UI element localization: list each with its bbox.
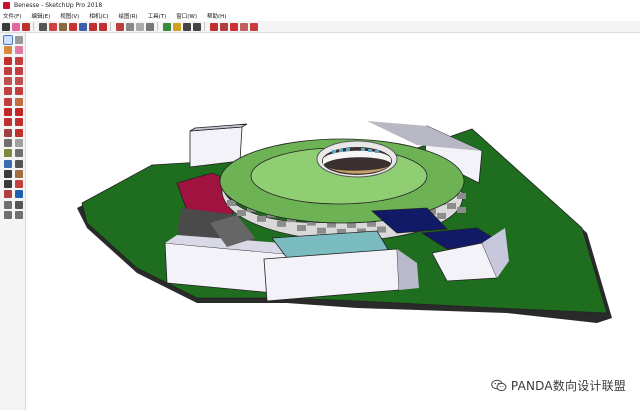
- scale-icon[interactable]: [99, 22, 107, 31]
- select-arrow-icon[interactable]: [2, 22, 10, 31]
- zoom-extents-icon[interactable]: [4, 190, 12, 199]
- facade-panel: [437, 212, 446, 219]
- watermark: PANDA数向设计联盟: [491, 377, 626, 394]
- push-pull-icon[interactable]: [79, 22, 87, 31]
- line-icon[interactable]: [4, 56, 12, 65]
- look-around-icon[interactable]: [15, 200, 23, 209]
- menu-item-1[interactable]: 编辑(E): [31, 12, 50, 20]
- toolbar-separator: [204, 22, 205, 31]
- layout-icon[interactable]: [240, 22, 248, 31]
- tool-sidebar: [0, 33, 26, 410]
- arc3-icon[interactable]: [4, 97, 12, 106]
- zoom-icon[interactable]: [193, 22, 201, 31]
- warehouse-icon[interactable]: [220, 22, 228, 31]
- pie-icon[interactable]: [15, 87, 23, 96]
- orbit-icon[interactable]: [4, 169, 12, 178]
- sketchup-window: Benesse - SketchUp Pro 2018 文件(F) 编辑(E) 视图…: [0, 0, 640, 410]
- move-icon[interactable]: [4, 108, 12, 117]
- toolbar-separator: [33, 22, 34, 31]
- section-plane-icon[interactable]: [15, 211, 23, 220]
- circle-icon[interactable]: [4, 77, 12, 86]
- 3d-text-icon[interactable]: [15, 159, 23, 168]
- facade-panel: [277, 220, 286, 227]
- menu-item-6[interactable]: 窗口(W): [176, 12, 197, 20]
- position-camera-icon[interactable]: [4, 200, 12, 209]
- eraser-icon[interactable]: [12, 22, 20, 31]
- previous-icon[interactable]: [15, 190, 23, 199]
- push-pull-icon[interactable]: [15, 108, 23, 117]
- text-icon[interactable]: [146, 22, 154, 31]
- title-bar: Benesse - SketchUp Pro 2018: [0, 0, 640, 11]
- model-scene: [77, 121, 612, 323]
- offset-icon[interactable]: [89, 22, 97, 31]
- menu-item-2[interactable]: 视图(V): [60, 12, 79, 20]
- menu-item-3[interactable]: 相机(C): [89, 12, 108, 20]
- offset-icon[interactable]: [15, 128, 23, 137]
- arc-icon[interactable]: [4, 87, 12, 96]
- facade-panel: [297, 224, 306, 231]
- facade-panel: [457, 207, 466, 213]
- axes-icon[interactable]: [4, 159, 12, 168]
- zoom-window-icon[interactable]: [15, 180, 23, 189]
- text-icon[interactable]: [15, 149, 23, 158]
- arc2-icon[interactable]: [15, 97, 23, 106]
- protractor-icon[interactable]: [4, 149, 12, 158]
- rotate-icon[interactable]: [4, 118, 12, 127]
- rotated-rect-icon[interactable]: [15, 66, 23, 75]
- select-icon[interactable]: [3, 35, 13, 45]
- rotate-icon[interactable]: [49, 22, 57, 31]
- wechat-icon: [491, 379, 507, 392]
- make-component-icon[interactable]: [15, 36, 23, 44]
- zoom-extents-icon[interactable]: [210, 22, 218, 31]
- menu-bar: 文件(F) 编辑(E) 视图(V) 相机(C) 绘图(R) 工具(T) 窗口(W) 帮助(H): [0, 11, 640, 21]
- pan-icon[interactable]: [15, 169, 23, 178]
- rectangle-icon[interactable]: [4, 66, 12, 75]
- toolbar-separator: [110, 22, 111, 31]
- paint-icon[interactable]: [4, 46, 12, 55]
- walk-icon[interactable]: [4, 211, 12, 220]
- protractor-icon[interactable]: [136, 22, 144, 31]
- sketchup-logo-icon: [3, 2, 10, 9]
- pan-icon[interactable]: [183, 22, 191, 31]
- freehand-icon[interactable]: [15, 56, 23, 65]
- menu-item-7[interactable]: 帮助(H): [207, 12, 226, 20]
- toolbar-separator: [157, 22, 158, 31]
- tape-measure-icon[interactable]: [126, 22, 134, 31]
- scale-icon[interactable]: [4, 128, 12, 137]
- facade-panel: [317, 227, 326, 234]
- pencil-icon[interactable]: [22, 22, 30, 31]
- main-toolbar: [0, 21, 640, 33]
- menu-item-5[interactable]: 工具(T): [148, 12, 167, 20]
- facade-panel: [447, 202, 456, 209]
- tape-icon[interactable]: [4, 138, 12, 147]
- facade-panel: [257, 215, 266, 222]
- modeling-viewport[interactable]: [27, 33, 640, 410]
- follow-me-icon[interactable]: [116, 22, 124, 31]
- orbit-icon[interactable]: [173, 22, 181, 31]
- style-builder-icon[interactable]: [250, 22, 258, 31]
- window-title: Benesse - SketchUp Pro 2018: [14, 2, 103, 9]
- menu-item-0[interactable]: 文件(F): [3, 12, 21, 20]
- zoom-icon[interactable]: [4, 180, 12, 189]
- dimension-icon[interactable]: [15, 138, 23, 147]
- watermark-text: PANDA数向设计联盟: [510, 379, 626, 393]
- follow-me-icon[interactable]: [15, 118, 23, 127]
- polygon-icon[interactable]: [15, 77, 23, 86]
- extension-icon[interactable]: [230, 22, 238, 31]
- menu-item-4[interactable]: 绘图(R): [118, 12, 137, 20]
- paint-bucket-icon[interactable]: [59, 22, 67, 31]
- eraser-icon[interactable]: [15, 46, 23, 55]
- line-icon[interactable]: [39, 22, 47, 31]
- move-icon[interactable]: [69, 22, 77, 31]
- facade-panel: [377, 226, 386, 233]
- facade-panel: [237, 209, 246, 216]
- axes-icon[interactable]: [163, 22, 171, 31]
